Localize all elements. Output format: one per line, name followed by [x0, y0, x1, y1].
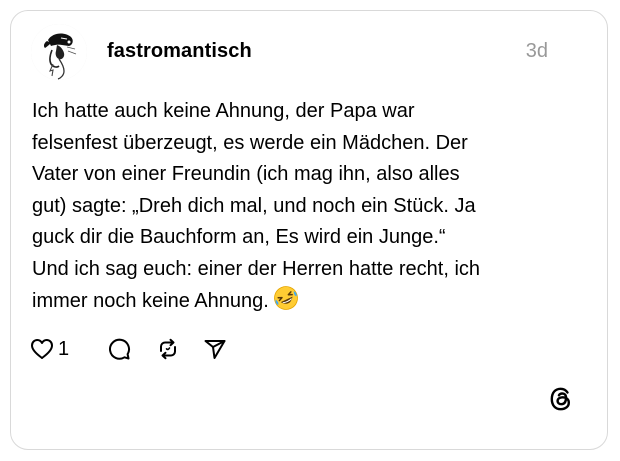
- send-icon: [204, 340, 226, 359]
- threads-logo-icon[interactable]: [547, 385, 575, 413]
- post-text: Ich hatte auch keine Ahnung, der Papa wa…: [32, 96, 572, 322]
- share-button[interactable]: [202, 334, 228, 364]
- threads-logo-icon-svg: [550, 387, 571, 411]
- avatar-sketch-icon: [31, 24, 87, 80]
- post-timestamp[interactable]: 3d: [514, 40, 548, 63]
- heart-icon: [31, 339, 53, 359]
- post-text-line: felsenfest überzeugt, es werde ein Mädch…: [32, 131, 468, 154]
- rolling-laughing-emoji-icon: [273, 285, 299, 322]
- post-text-line-last: immer noch keine Ahnung.: [32, 285, 572, 322]
- repost-icon: [160, 338, 176, 360]
- repost-button[interactable]: [155, 334, 181, 364]
- post-text-line: gut) sagte: „Dreh dich mal, und noch ein…: [32, 194, 476, 217]
- like-count: 1: [58, 337, 70, 360]
- post-text-line: Und ich sag euch: einer der Herren hatte…: [32, 257, 481, 280]
- like-button[interactable]: 1: [29, 334, 69, 364]
- reply-button[interactable]: [106, 334, 132, 364]
- post-text-line: guck dir die Bauchform an, Es wird ein J…: [32, 226, 446, 248]
- post-text-line: immer noch keine Ahnung.: [32, 290, 269, 312]
- post-text-line: Vater von einer Freundin (ich mag ihn, a…: [32, 163, 460, 185]
- post-text-line: Ich hatte auch keine Ahnung, der Papa wa…: [32, 100, 415, 122]
- comment-bubble-icon: [109, 338, 131, 360]
- username[interactable]: fastromantisch: [107, 40, 252, 63]
- avatar[interactable]: [31, 24, 87, 80]
